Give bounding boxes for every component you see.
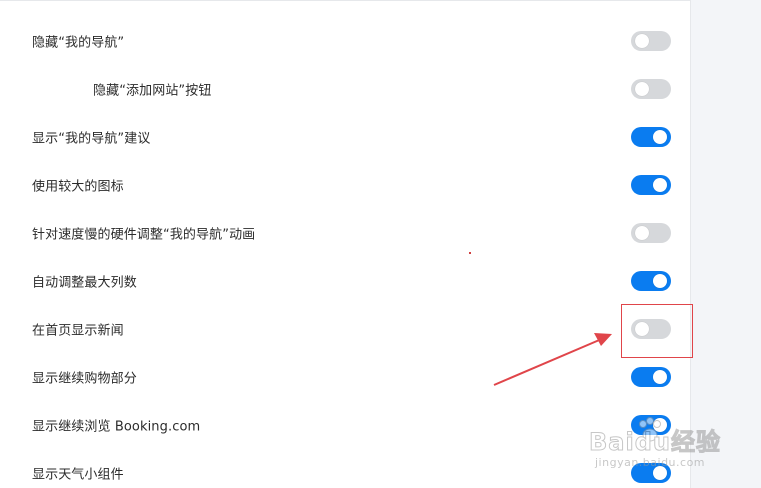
setting-label: 显示天气小组件	[32, 467, 124, 483]
toggle-knob	[653, 178, 667, 192]
hide-my-nav-toggle[interactable]	[631, 31, 671, 51]
setting-row-continue-shopping: 显示继续购物部分	[0, 353, 691, 401]
setting-row-weather-widget: 显示天气小组件	[0, 449, 691, 488]
setting-label: 隐藏“添加网站”按钮	[93, 83, 212, 99]
slow-hardware-animation-toggle[interactable]	[631, 223, 671, 243]
setting-label: 在首页显示新闻	[32, 323, 124, 339]
settings-page: 隐藏“我的导航” 隐藏“添加网站”按钮 显示“我的导航”建议 使用较大的图标 针…	[0, 0, 761, 488]
setting-row-hide-my-nav: 隐藏“我的导航”	[0, 17, 691, 65]
continue-booking-toggle[interactable]	[631, 415, 671, 435]
toggle-knob	[653, 130, 667, 144]
toggle-knob	[653, 274, 667, 288]
setting-row-auto-max-columns: 自动调整最大列数	[0, 257, 691, 305]
setting-row-show-news: 在首页显示新闻	[0, 305, 691, 353]
toggle-knob	[653, 466, 667, 480]
setting-label: 显示继续浏览 Booking.com	[32, 419, 201, 435]
setting-label: 显示“我的导航”建议	[32, 131, 151, 147]
show-news-toggle[interactable]	[631, 319, 671, 339]
setting-row-hide-add-site-button: 隐藏“添加网站”按钮	[0, 65, 691, 113]
setting-row-show-nav-suggestions: 显示“我的导航”建议	[0, 113, 691, 161]
weather-widget-toggle[interactable]	[631, 463, 671, 483]
toggle-knob	[635, 34, 649, 48]
toggle-knob	[635, 226, 649, 240]
settings-panel: 隐藏“我的导航” 隐藏“添加网站”按钮 显示“我的导航”建议 使用较大的图标 针…	[0, 0, 691, 488]
setting-row-larger-icons: 使用较大的图标	[0, 161, 691, 209]
show-nav-suggestions-toggle[interactable]	[631, 127, 671, 147]
stray-dot	[469, 252, 471, 254]
setting-row-slow-hardware-animation: 针对速度慢的硬件调整“我的导航”动画	[0, 209, 691, 257]
toggle-knob	[653, 370, 667, 384]
larger-icons-toggle[interactable]	[631, 175, 671, 195]
toggle-knob	[635, 82, 649, 96]
auto-max-columns-toggle[interactable]	[631, 271, 671, 291]
hide-add-site-button-toggle[interactable]	[631, 79, 671, 99]
setting-label: 自动调整最大列数	[32, 275, 137, 291]
toggle-knob	[635, 322, 649, 336]
toggle-knob	[653, 418, 667, 432]
continue-shopping-toggle[interactable]	[631, 367, 671, 387]
setting-label: 隐藏“我的导航”	[32, 35, 125, 51]
setting-label: 显示继续购物部分	[32, 371, 137, 387]
setting-label: 针对速度慢的硬件调整“我的导航”动画	[32, 227, 256, 243]
setting-row-continue-booking: 显示继续浏览 Booking.com	[0, 401, 691, 449]
setting-label: 使用较大的图标	[32, 179, 124, 195]
